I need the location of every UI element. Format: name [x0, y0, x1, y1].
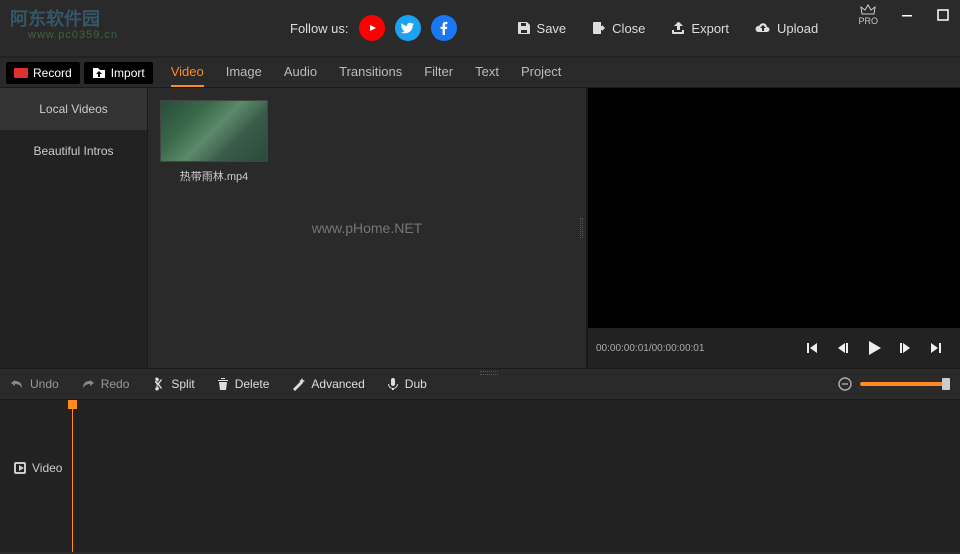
media-thumbnail: [160, 100, 268, 162]
crown-icon: [860, 4, 876, 16]
tab-project[interactable]: Project: [521, 58, 561, 87]
redo-icon: [81, 378, 95, 390]
import-icon: [92, 67, 106, 79]
media-clip-label: 热带雨林.mp4: [180, 168, 248, 184]
undo-label: Undo: [30, 377, 59, 391]
video-track-icon: [14, 462, 26, 474]
window-controls: PRO: [858, 4, 950, 26]
watermark-url: www.pc0359.cn: [28, 29, 118, 41]
media-toolbar: Record Import Video Image Audio Transiti…: [0, 58, 960, 88]
media-clip[interactable]: 热带雨林.mp4: [160, 100, 268, 184]
prev-frame-button[interactable]: [834, 340, 850, 356]
youtube-icon[interactable]: [359, 15, 385, 41]
title-bar: 阿东软件园 www.pc0359.cn Follow us: Save Clos…: [0, 0, 960, 58]
import-button[interactable]: Import: [84, 62, 153, 84]
import-label: Import: [111, 66, 145, 80]
zoom-slider-thumb[interactable]: [942, 378, 950, 390]
mic-icon: [387, 377, 399, 391]
advanced-button[interactable]: Advanced: [291, 377, 364, 391]
logo-area: 阿东软件园 www.pc0359.cn: [10, 0, 160, 57]
media-grid: 热带雨林.mp4 www.pHome.NET: [148, 88, 586, 368]
video-track[interactable]: Video: [0, 450, 960, 486]
skip-start-button[interactable]: [804, 340, 820, 356]
dub-button[interactable]: Dub: [387, 377, 427, 391]
split-label: Split: [171, 377, 194, 391]
close-button[interactable]: Close: [592, 21, 645, 36]
twitter-icon[interactable]: [395, 15, 421, 41]
timeline[interactable]: Video: [0, 400, 960, 552]
main-area: Local Videos Beautiful Intros 热带雨林.mp4 w…: [0, 88, 960, 368]
zoom-slider[interactable]: [860, 382, 950, 386]
play-button[interactable]: [864, 338, 884, 358]
timeline-toolbar: Undo Redo Split Delete Advanced Dub: [0, 368, 960, 400]
zoom-control: [838, 377, 950, 391]
next-frame-button[interactable]: [898, 340, 914, 356]
tab-text[interactable]: Text: [475, 58, 499, 87]
delete-button[interactable]: Delete: [217, 377, 270, 391]
timecode: 00:00:00:01/00:00:00:01: [596, 343, 704, 354]
trash-icon: [217, 377, 229, 391]
split-button[interactable]: Split: [151, 377, 194, 391]
delete-label: Delete: [235, 377, 270, 391]
undo-icon: [10, 378, 24, 390]
panel-resize-handle[interactable]: [576, 88, 586, 368]
record-label: Record: [33, 66, 72, 80]
follow-us: Follow us:: [290, 15, 457, 41]
zoom-out-icon[interactable]: [838, 377, 852, 391]
pro-button[interactable]: PRO: [858, 4, 878, 26]
video-track-text: Video: [32, 461, 62, 475]
save-icon: [517, 21, 531, 35]
upload-button[interactable]: Upload: [755, 21, 818, 36]
tab-image[interactable]: Image: [226, 58, 262, 87]
preview-controls: 00:00:00:01/00:00:00:01: [588, 328, 960, 368]
follow-label: Follow us:: [290, 21, 349, 36]
watermark-title: 阿东软件园: [10, 5, 100, 31]
facebook-icon[interactable]: [431, 15, 457, 41]
record-icon: [14, 68, 28, 78]
preview-panel: 00:00:00:01/00:00:00:01: [586, 88, 960, 368]
tab-audio[interactable]: Audio: [284, 58, 317, 87]
pro-label: PRO: [858, 16, 878, 26]
maximize-button[interactable]: [936, 8, 950, 22]
export-label: Export: [691, 21, 729, 36]
tab-filter[interactable]: Filter: [424, 58, 453, 87]
sidebar-item-beautiful-intros[interactable]: Beautiful Intros: [0, 130, 147, 172]
export-button[interactable]: Export: [671, 21, 729, 36]
video-track-label: Video: [14, 461, 62, 475]
minimize-button[interactable]: [900, 8, 914, 22]
scissors-icon: [151, 377, 165, 391]
preview-screen[interactable]: [588, 88, 960, 328]
save-label: Save: [537, 21, 567, 36]
record-button[interactable]: Record: [6, 62, 80, 84]
export-icon: [671, 21, 685, 35]
redo-label: Redo: [101, 377, 130, 391]
upload-icon: [755, 22, 771, 34]
tab-transitions[interactable]: Transitions: [339, 58, 402, 87]
upload-label: Upload: [777, 21, 818, 36]
top-actions: Save Close Export Upload: [517, 21, 819, 36]
dub-label: Dub: [405, 377, 427, 391]
toolbar-drag-handle[interactable]: [480, 371, 498, 375]
close-label: Close: [612, 21, 645, 36]
center-watermark: www.pHome.NET: [312, 220, 422, 236]
media-tabs: Video Image Audio Transitions Filter Tex…: [171, 58, 562, 87]
media-sidebar: Local Videos Beautiful Intros: [0, 88, 148, 368]
skip-end-button[interactable]: [928, 340, 944, 356]
close-icon: [592, 21, 606, 35]
sidebar-item-local-videos[interactable]: Local Videos: [0, 88, 147, 130]
tab-video[interactable]: Video: [171, 58, 204, 87]
save-button[interactable]: Save: [517, 21, 567, 36]
wand-icon: [291, 377, 305, 391]
undo-button[interactable]: Undo: [10, 377, 59, 391]
advanced-label: Advanced: [311, 377, 364, 391]
redo-button[interactable]: Redo: [81, 377, 130, 391]
